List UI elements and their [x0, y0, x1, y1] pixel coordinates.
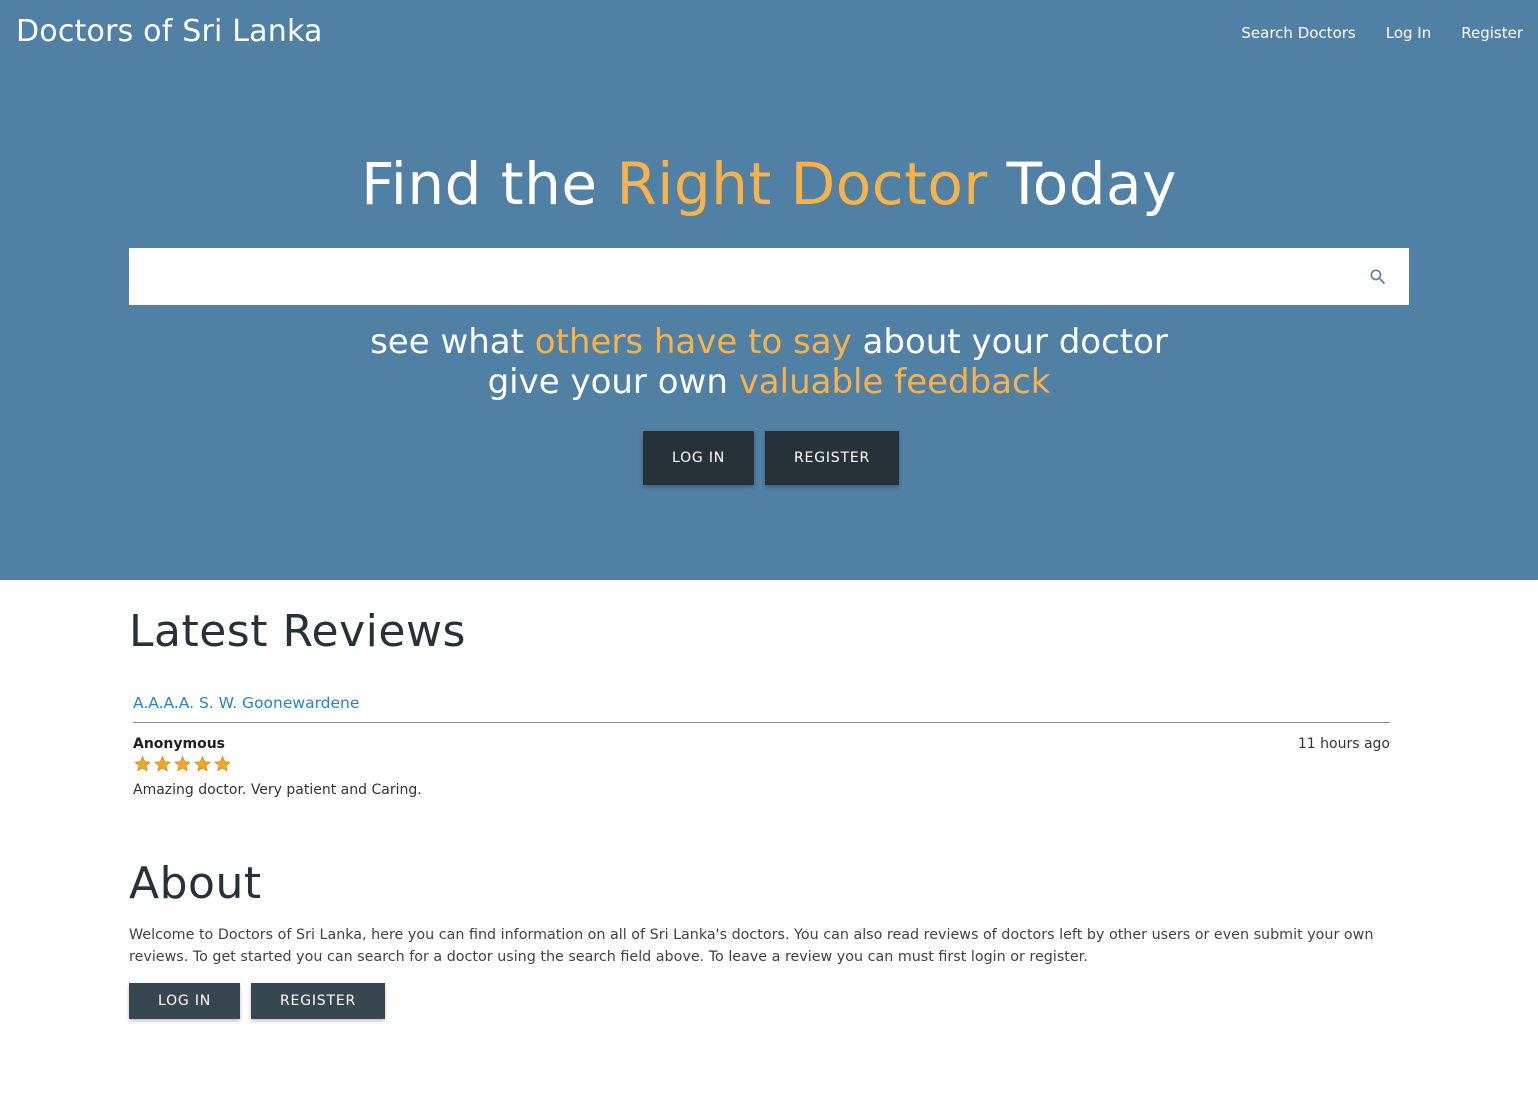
about-login-button[interactable]: LOG IN	[129, 983, 241, 1019]
star-icon	[154, 755, 171, 772]
site-title[interactable]: Doctors of Sri Lanka	[16, 14, 323, 49]
review-text: Amazing doctor. Very patient and Caring.	[133, 782, 422, 798]
review-card: A.A.A.A. S. W. Goonewardene Anonymous 11…	[133, 690, 1390, 798]
tagline-1-start: see what	[370, 322, 535, 362]
review-doctor-link[interactable]: A.A.A.A. S. W. Goonewardene	[133, 690, 1390, 722]
nav-search-doctors-link[interactable]: Search Doctors	[1241, 24, 1355, 42]
review-meta: Anonymous 11 hours ago	[133, 736, 1390, 752]
star-icon	[174, 755, 191, 772]
about-text: Welcome to Doctors of Sri Lanka, here yo…	[129, 927, 1374, 965]
about-register-button[interactable]: REGISTER	[251, 983, 385, 1019]
nav-login-link[interactable]: Log In	[1386, 24, 1432, 42]
headline-text-end: Today	[987, 150, 1177, 218]
headline-text-start: Find the	[361, 150, 617, 218]
review-divider	[133, 722, 1390, 723]
latest-reviews-title: Latest Reviews	[129, 606, 466, 657]
review-author: Anonymous	[133, 736, 226, 752]
about-title: About	[129, 858, 262, 909]
nav-register-link[interactable]: Register	[1461, 24, 1523, 42]
hero-headline: Find the Right Doctor Today	[0, 150, 1538, 218]
tagline-line-2: give your own valuable feedback	[0, 362, 1538, 402]
tagline-line-1: see what others have to say about your d…	[0, 322, 1538, 362]
hero-register-button[interactable]: REGISTER	[765, 431, 899, 485]
star-icon	[214, 755, 231, 772]
hero-section: Doctors of Sri Lanka Search Doctors Log …	[0, 0, 1538, 580]
tagline-1-end: about your doctor	[851, 322, 1168, 362]
star-icon	[134, 755, 151, 772]
tagline-2-start: give your own	[487, 362, 739, 402]
review-rating	[133, 755, 1390, 773]
search-input[interactable]	[129, 249, 1369, 304]
review-timestamp: 11 hours ago	[1297, 736, 1390, 752]
about-buttons: LOG IN REGISTER	[129, 983, 385, 1019]
hero-login-button[interactable]: LOG IN	[643, 431, 755, 485]
hero-tagline: see what others have to say about your d…	[0, 322, 1538, 402]
search-bar	[129, 248, 1409, 305]
star-icon	[194, 755, 211, 772]
tagline-2-accent: valuable feedback	[738, 362, 1051, 402]
tagline-1-accent: others have to say	[534, 322, 852, 362]
headline-accent: Right Doctor	[616, 150, 988, 218]
search-icon[interactable]	[1368, 267, 1388, 287]
top-nav: Search Doctors Log In Register	[1241, 24, 1523, 42]
hero-buttons: LOG IN REGISTER	[643, 431, 899, 485]
